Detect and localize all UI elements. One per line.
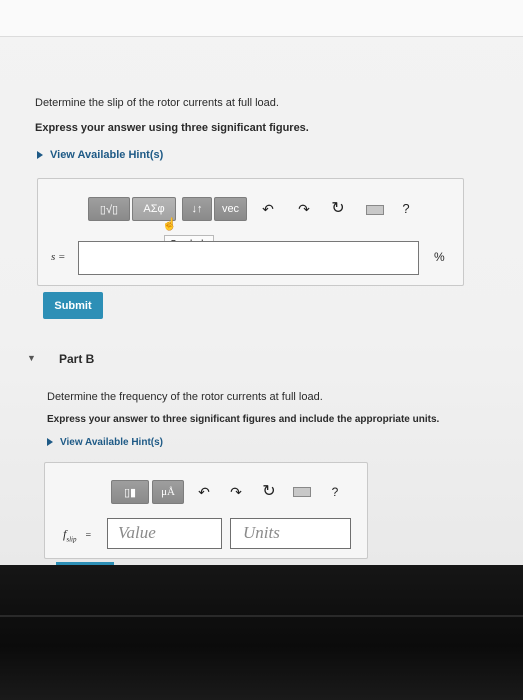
units-label: μÅ [161, 486, 175, 498]
part-b-answer-panel: ▯▮ μÅ ↶ ↷ ↻ ? fslip = Value Units [44, 462, 368, 559]
screen-bezel-area [0, 565, 523, 700]
symbols-label: ΑΣφ [143, 203, 165, 215]
hint-link-label: View Available Hint(s) [50, 149, 164, 161]
keyboard-icon[interactable] [293, 487, 311, 497]
templates-icon: ▯√▯ [99, 203, 119, 216]
percent-unit: % [434, 250, 445, 264]
bezel-divider [0, 615, 523, 617]
value-placeholder: Value [118, 523, 156, 542]
units-button[interactable]: μÅ [152, 480, 184, 504]
subscript-superscript-button[interactable]: ↓↑ [182, 197, 212, 221]
slip-answer-input[interactable] [78, 241, 419, 275]
vector-button[interactable]: vec [214, 197, 247, 221]
templates-icon: ▯▮ [123, 486, 137, 499]
undo-icon[interactable]: ↶ [194, 480, 214, 504]
templates-button[interactable]: ▯▮ [111, 480, 149, 504]
redo-icon[interactable]: ↷ [226, 480, 246, 504]
templates-button[interactable]: ▯√▯ [88, 197, 130, 221]
variable-subscript: slip [66, 535, 77, 544]
page-content: Determine the slip of the rotor currents… [0, 0, 523, 566]
vec-label: vec [221, 203, 240, 215]
help-icon[interactable]: ? [398, 197, 414, 221]
reset-icon[interactable]: ↻ [259, 480, 279, 504]
help-icon[interactable]: ? [327, 480, 343, 504]
units-placeholder: Units [243, 523, 280, 542]
part-a-hint-link[interactable]: View Available Hint(s) [37, 149, 163, 161]
hand-cursor-icon: ☝ [162, 217, 177, 231]
equals-sign: = [85, 530, 92, 541]
expand-triangle-icon [47, 438, 53, 447]
keyboard-icon[interactable] [366, 205, 384, 215]
part-b-question: Determine the frequency of the rotor cur… [47, 391, 323, 403]
collapse-part-b-icon[interactable]: ▼ [27, 353, 36, 363]
redo-icon[interactable]: ↷ [294, 197, 314, 221]
units-input[interactable]: Units [230, 518, 351, 549]
expand-triangle-icon [37, 151, 43, 160]
top-bar [0, 0, 523, 37]
part-b-hint-link[interactable]: View Available Hint(s) [47, 437, 163, 448]
frequency-variable-label: fslip = [63, 527, 91, 543]
value-input[interactable]: Value [107, 518, 222, 549]
part-b-instruction: Express your answer to three significant… [47, 414, 440, 425]
hint-link-label: View Available Hint(s) [60, 437, 163, 448]
part-a-instruction: Express your answer using three signific… [35, 122, 309, 134]
variable-label: s = [51, 251, 66, 263]
part-a-question: Determine the slip of the rotor currents… [35, 97, 279, 109]
undo-icon[interactable]: ↶ [258, 197, 278, 221]
submit-button[interactable]: Submit [43, 292, 103, 319]
part-a-answer-panel: ▯√▯ ΑΣφ ↓↑ vec ↶ ↷ ↻ ? ☝ Symbols s = % [37, 178, 464, 286]
arrows-icon: ↓↑ [191, 203, 203, 215]
reset-icon[interactable]: ↻ [328, 197, 348, 221]
part-b-title[interactable]: Part B [59, 352, 94, 366]
